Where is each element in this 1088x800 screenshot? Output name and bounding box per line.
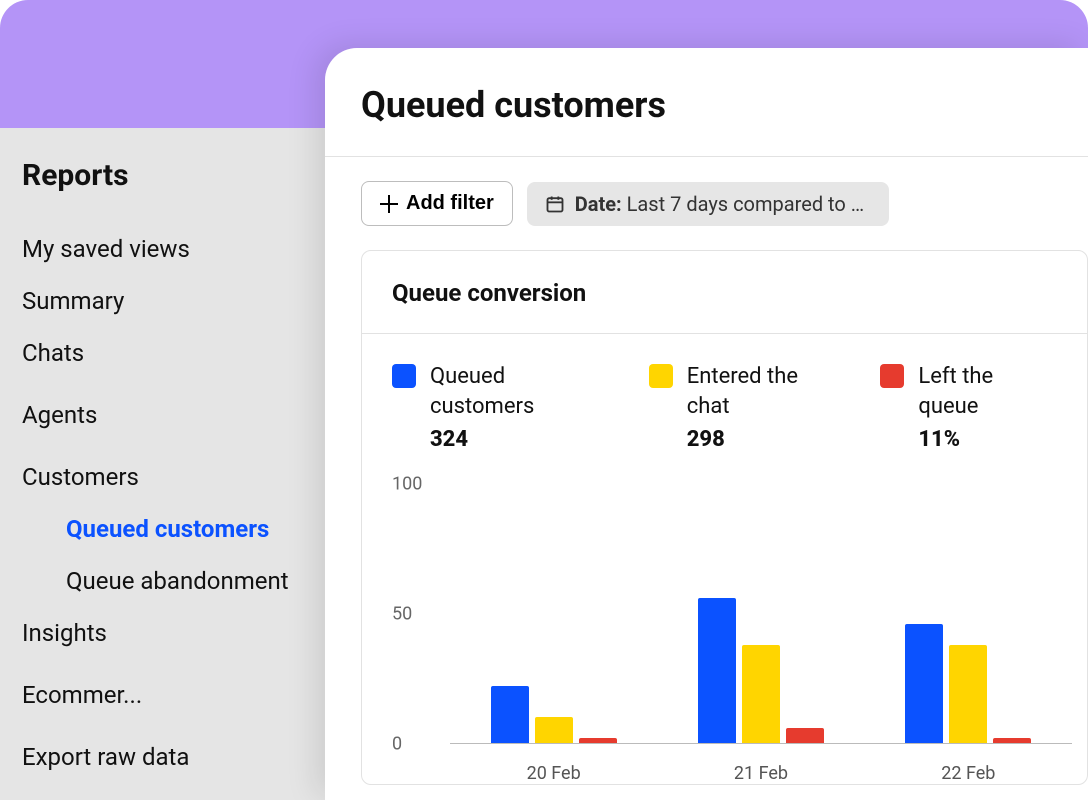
bar xyxy=(742,645,780,744)
bar xyxy=(905,624,943,744)
bar-group xyxy=(893,624,1043,744)
metric-label: Entered the chat xyxy=(687,362,845,421)
sidebar-item-insights[interactable]: Insights xyxy=(22,607,312,659)
y-tick-label: 0 xyxy=(392,734,402,755)
bar-group xyxy=(479,686,629,743)
metric-value: 324 xyxy=(430,427,613,452)
legend-swatch-red xyxy=(880,364,904,388)
legend-swatch-blue xyxy=(392,364,416,388)
y-tick-label: 50 xyxy=(392,604,412,625)
add-filter-label: Add filter xyxy=(406,192,494,215)
x-labels: 20 Feb 21 Feb 22 Feb xyxy=(450,763,1072,784)
metric-value: 11% xyxy=(918,427,1057,452)
sidebar-item-ecommerce[interactable]: Ecommer... xyxy=(22,669,312,721)
sidebar-title: Reports xyxy=(22,158,325,193)
main-panel: Queued customers Add filter Date: Last 7… xyxy=(325,48,1088,800)
date-filter-chip[interactable]: Date: Last 7 days compared to Previo… xyxy=(527,182,889,226)
metric-label: Queued customers xyxy=(430,362,613,421)
sidebar-item-customers[interactable]: Customers xyxy=(22,451,312,503)
x-axis xyxy=(450,743,1072,744)
chart-area: 0 50 100 20 Feb 21 Feb 22 Feb xyxy=(362,460,1087,784)
app-shell: Reports My saved views Summary Chats Age… xyxy=(0,0,1088,800)
bar xyxy=(698,598,736,744)
sidebar-item-chats[interactable]: Chats xyxy=(22,327,312,379)
bars-wrap xyxy=(450,484,1072,743)
y-tick-label: 100 xyxy=(392,474,422,495)
legend-swatch-yellow xyxy=(649,364,673,388)
queue-conversion-card: Queue conversion Queued customers 324 En… xyxy=(361,250,1088,785)
chart: 05010020 Feb21 Feb22 Feb xyxy=(392,484,1072,784)
bar xyxy=(949,645,987,744)
metric-queued: Queued customers 324 xyxy=(392,362,613,452)
bar xyxy=(535,717,573,743)
bar-group xyxy=(686,598,836,744)
x-tick-label: 21 Feb xyxy=(734,763,788,784)
sidebar-item-summary[interactable]: Summary xyxy=(22,275,312,327)
bar xyxy=(786,728,824,744)
calendar-icon xyxy=(545,194,565,214)
bar xyxy=(579,738,617,743)
date-filter-label: Date: Last 7 days compared to Previo… xyxy=(575,192,871,216)
filter-bar: Add filter Date: Last 7 days compared to… xyxy=(325,157,1088,250)
sidebar-item-queued-customers[interactable]: Queued customers xyxy=(22,503,325,555)
card-header: Queue conversion xyxy=(362,251,1087,334)
sidebar-item-agents[interactable]: Agents xyxy=(22,389,312,441)
sidebar-item-my-saved-views[interactable]: My saved views xyxy=(22,223,312,275)
metric-value: 298 xyxy=(687,427,845,452)
sidebar: Reports My saved views Summary Chats Age… xyxy=(0,128,325,800)
metric-label: Left the queue xyxy=(918,362,1057,421)
bar xyxy=(491,686,529,743)
metric-entered: Entered the chat 298 xyxy=(649,362,845,452)
card-title: Queue conversion xyxy=(392,279,1057,307)
metric-left: Left the queue 11% xyxy=(880,362,1057,452)
bar xyxy=(993,738,1031,743)
add-filter-button[interactable]: Add filter xyxy=(361,181,513,226)
sidebar-item-queue-abandonment[interactable]: Queue abandonment xyxy=(22,555,325,607)
plus-icon xyxy=(380,195,398,213)
metrics-row: Queued customers 324 Entered the chat 29… xyxy=(362,334,1087,460)
page-title: Queued customers xyxy=(325,48,1088,156)
x-tick-label: 22 Feb xyxy=(941,763,995,784)
sidebar-item-export-raw-data[interactable]: Export raw data xyxy=(22,731,312,783)
x-tick-label: 20 Feb xyxy=(527,763,581,784)
